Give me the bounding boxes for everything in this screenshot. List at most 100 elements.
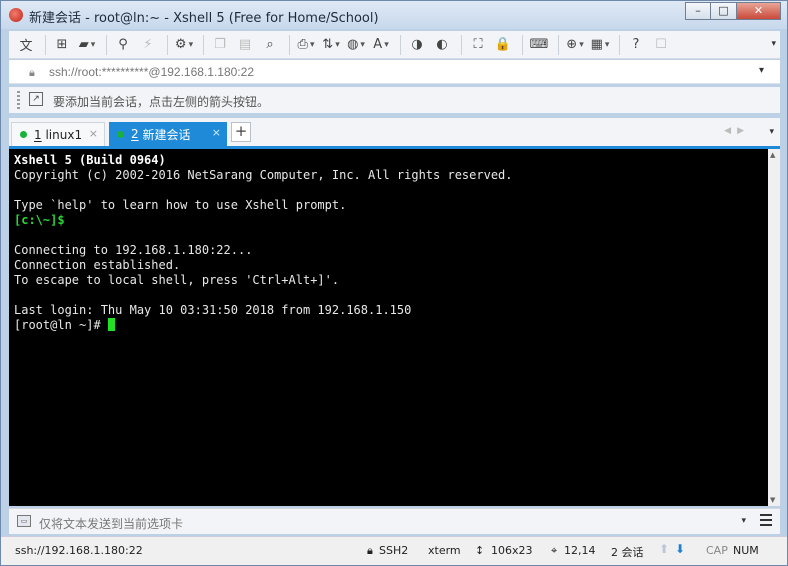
help-icon[interactable]: ? xyxy=(625,34,647,56)
app-window: 新建会话 - root@ln:~ - Xshell 5 (Free for Ho… xyxy=(0,0,788,566)
tab-bar: 1 linux1 × 2 新建会话 × + ◀▶ ▾ xyxy=(9,118,780,146)
tab-number: 1 xyxy=(34,127,42,142)
terminal-line: Connecting to 192.168.1.180:22... xyxy=(14,243,253,257)
layout-icon[interactable]: ▦ xyxy=(589,34,611,56)
menu-icon[interactable] xyxy=(760,514,772,526)
new-session-icon[interactable]: ⊞ xyxy=(51,34,73,56)
lock-toolbar-icon[interactable]: 🔒 xyxy=(492,34,514,56)
terminal-line: To escape to local shell, press 'Ctrl+Al… xyxy=(14,273,340,287)
xmanager-icon[interactable]: ◐ xyxy=(431,34,453,56)
terminal-line: Last login: Thu May 10 03:31:50 2018 fro… xyxy=(14,303,412,317)
reconnect-icon[interactable]: ⚲ xyxy=(112,34,134,56)
connected-status-icon xyxy=(117,130,124,138)
status-protocol: SSH2 xyxy=(379,544,409,557)
find-icon[interactable]: ⌕ xyxy=(259,34,281,56)
toolbar-separator xyxy=(461,34,462,55)
close-button[interactable]: ✕ xyxy=(737,2,781,20)
toolbar-separator xyxy=(45,34,46,55)
toolbar-separator xyxy=(558,34,559,55)
status-cursor-pos: 12,14 xyxy=(564,544,596,557)
chat-icon[interactable]: ☐ xyxy=(650,34,672,56)
paste-icon[interactable]: ▤ xyxy=(234,34,256,56)
compose-bar[interactable]: ▭ 仅将文本发送到当前选项卡 ▾ xyxy=(9,508,780,534)
resize-icon: ↕ xyxy=(475,544,485,557)
maximize-button[interactable]: □ xyxy=(711,2,737,20)
toolbar-separator xyxy=(106,34,107,55)
terminal-line: Connection established. xyxy=(14,258,181,272)
terminal-output[interactable]: Xshell 5 (Build 0964) Copyright (c) 2002… xyxy=(9,149,768,506)
toolbar-separator xyxy=(400,34,401,55)
tab-menu-icon[interactable]: ▾ xyxy=(769,127,774,137)
lock-icon: 🔒︎ xyxy=(29,66,35,79)
remote-prompt-line: [root@ln ~]# xyxy=(14,318,763,333)
terminal-scrollbar[interactable]: ▲ ▼ xyxy=(768,149,780,506)
tab-linux1[interactable]: 1 linux1 × xyxy=(11,122,105,146)
globe-icon[interactable]: ◍ xyxy=(345,34,367,56)
transfer-icon[interactable]: ⇅ xyxy=(320,34,342,56)
scroll-down-icon[interactable]: ▼ xyxy=(770,496,775,504)
status-size: 106x23 xyxy=(491,544,533,557)
download-arrow-icon: ⬇ xyxy=(675,542,686,556)
scroll-up-icon[interactable]: ▲ xyxy=(770,151,775,159)
properties-icon[interactable]: ⚙ xyxy=(173,34,195,56)
window-controls: – □ ✕ xyxy=(685,2,781,20)
cursor-pos-icon: ⌖ xyxy=(551,544,558,557)
language-icon[interactable]: 文 xyxy=(15,34,37,56)
status-num: NUM xyxy=(733,544,759,557)
main-toolbar: 文 ⊞ ▰ ⚲ ⚡ ⚙ ❐ ▤ ⌕ ⎙ ⇅ ◍ A ◑ ◐ ⛶ 🔒 ⌨ ⊕ ▦ … xyxy=(9,31,780,59)
status-address: ssh://192.168.1.180:22 xyxy=(15,544,143,557)
disconnect-icon[interactable]: ⚡ xyxy=(137,34,159,56)
print-icon[interactable]: ⎙ xyxy=(295,34,317,56)
terminal-line: Copyright (c) 2002-2016 NetSarang Comput… xyxy=(14,168,513,182)
close-tab-icon[interactable]: × xyxy=(212,126,221,139)
compose-send-icon[interactable]: ▭ xyxy=(17,515,31,527)
status-bar: ssh://192.168.1.180:22 🔒︎ SSH2 xterm ↕ 1… xyxy=(1,536,787,565)
add-session-arrow-icon[interactable]: ↗ xyxy=(29,92,43,106)
terminal-cursor xyxy=(107,318,115,331)
status-terminal-type: xterm xyxy=(428,544,461,557)
address-dropdown-icon[interactable]: ▾ xyxy=(759,65,764,76)
terminal-line: Xshell 5 (Build 0964) xyxy=(14,153,166,167)
upload-arrow-icon: ⬆ xyxy=(659,542,670,556)
window-title: 新建会话 - root@ln:~ - Xshell 5 (Free for Ho… xyxy=(29,11,379,26)
minimize-button[interactable]: – xyxy=(685,2,711,20)
close-tab-icon[interactable]: × xyxy=(89,127,98,140)
toolbar-separator xyxy=(203,34,204,55)
keyboard-icon[interactable]: ⌨ xyxy=(528,34,550,56)
xshell-logo-icon xyxy=(9,8,23,22)
tab-new-session[interactable]: 2 新建会话 × xyxy=(109,122,227,146)
title-bar[interactable]: 新建会话 - root@ln:~ - Xshell 5 (Free for Ho… xyxy=(1,1,787,29)
session-hint-bar: ↗ 要添加当前会话，点击左侧的箭头按钮。 xyxy=(9,87,780,113)
local-prompt: [c:\~]$ xyxy=(14,213,65,227)
toolbar-separator xyxy=(619,34,620,55)
tab-scroll-icon[interactable]: ◀▶ xyxy=(724,126,750,136)
tab-label: 新建会话 xyxy=(142,127,191,142)
compose-input[interactable]: 仅将文本发送到当前选项卡 xyxy=(39,515,183,532)
toolbar-separator xyxy=(522,34,523,55)
tab-number: 2 xyxy=(131,127,139,141)
grip-handle[interactable] xyxy=(17,91,20,109)
connected-status-icon xyxy=(20,131,27,138)
copy-icon[interactable]: ❐ xyxy=(209,34,231,56)
remote-prompt: [root@ln ~]# xyxy=(14,318,108,332)
address-input[interactable]: ssh://root:**********@192.168.1.180:22 xyxy=(49,65,254,79)
add-tab-icon[interactable]: ⊕ xyxy=(564,34,586,56)
address-bar[interactable]: 🔒︎ ssh://root:**********@192.168.1.180:2… xyxy=(9,60,780,84)
hint-text: 要添加当前会话，点击左侧的箭头按钮。 xyxy=(53,95,270,109)
ssh-lock-icon: 🔒︎ xyxy=(367,544,373,557)
compose-dropdown-icon[interactable]: ▾ xyxy=(741,516,746,526)
tab-label: linux1 xyxy=(45,127,83,142)
open-folder-icon[interactable]: ▰ xyxy=(76,34,98,56)
new-tab-button[interactable]: + xyxy=(231,122,251,142)
font-icon[interactable]: A xyxy=(370,34,392,56)
toolbar-overflow-icon[interactable]: ▾ xyxy=(771,39,776,49)
fullscreen-icon[interactable]: ⛶ xyxy=(467,34,489,56)
toolbar-separator xyxy=(167,34,168,55)
status-sessions: 2 会话 xyxy=(611,546,644,559)
terminal-line: Type `help' to learn how to use Xshell p… xyxy=(14,198,347,212)
status-caps: CAP xyxy=(706,544,728,557)
xftp-icon[interactable]: ◑ xyxy=(406,34,428,56)
